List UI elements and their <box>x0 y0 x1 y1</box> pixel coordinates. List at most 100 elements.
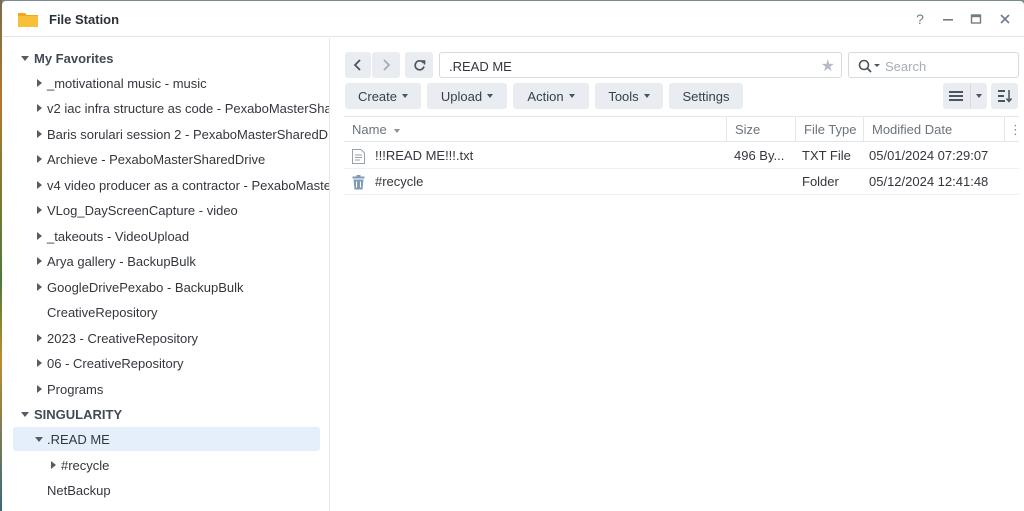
tree-label: Programs <box>47 381 104 397</box>
file-station-window: File Station ? My Favorites _motivationa… <box>2 1 1024 511</box>
settings-button[interactable]: Settings <box>669 83 743 109</box>
subfolder-recycle[interactable]: #recycle <box>2 453 329 477</box>
view-mode-button[interactable] <box>943 83 987 109</box>
shared-folder-netbackup[interactable]: NetBackup <box>2 478 329 502</box>
favorite-item[interactable]: v4 video producer as a contractor - Pexa… <box>2 173 330 197</box>
tree-label: v4 video producer as a contractor - Pexa… <box>47 177 330 193</box>
file-type: Folder <box>802 174 839 189</box>
column-size[interactable]: Size <box>727 117 796 142</box>
section-label: My Favorites <box>34 50 114 66</box>
sidebar-tree: My Favorites _motivational music - music… <box>2 38 330 511</box>
favorite-item[interactable]: Baris sorulari session 2 - PexaboMasterS… <box>2 122 330 146</box>
column-size-label: Size <box>735 122 761 137</box>
tree-label: _motivational music - music <box>47 75 207 91</box>
help-button[interactable]: ? <box>909 9 931 29</box>
file-size <box>734 169 794 195</box>
column-modified-date[interactable]: Modified Date <box>864 117 1005 142</box>
tree-label: 06 - CreativeRepository <box>47 355 184 371</box>
create-button[interactable]: Create <box>345 83 421 109</box>
tree-label: Baris sorulari session 2 - PexaboMasterS… <box>47 126 330 142</box>
caret-right-icon <box>34 154 44 164</box>
search-placeholder: Search <box>885 59 927 74</box>
file-modified: 05/12/2024 12:41:48 <box>869 174 989 189</box>
text-file-icon <box>352 149 365 164</box>
tools-button[interactable]: Tools <box>595 83 663 109</box>
favorite-item[interactable]: 2023 - CreativeRepository <box>2 326 329 350</box>
tree-label: .READ ME <box>47 431 110 447</box>
file-name: #recycle <box>375 174 424 189</box>
action-button[interactable]: Action <box>513 83 589 109</box>
favorite-item[interactable]: Arya gallery - BackupBulk <box>2 249 329 273</box>
chevron-right-icon <box>383 59 391 71</box>
main-panel: .READ ME ★ Search Create Upload Action T… <box>331 38 1024 511</box>
forward-button[interactable] <box>372 52 400 78</box>
favorite-item[interactable]: Programs <box>2 377 329 401</box>
tree-label: #recycle <box>61 457 110 473</box>
dropdown-arrow-icon <box>568 94 575 98</box>
favorite-item[interactable]: _takeouts - VideoUpload <box>2 224 329 248</box>
favorite-item[interactable]: CreativeRepository <box>2 300 329 324</box>
caret-right-icon <box>34 129 44 139</box>
dropdown-arrow-icon <box>402 94 409 98</box>
favorite-item[interactable]: GoogleDrivePexabo - BackupBulk <box>2 275 329 299</box>
column-file-type[interactable]: File Type <box>796 117 864 142</box>
caret-right-icon <box>34 78 44 88</box>
favorite-star-icon[interactable]: ★ <box>821 56 835 76</box>
upload-button[interactable]: Upload <box>427 83 507 109</box>
path-bar[interactable]: .READ ME ★ <box>439 52 842 78</box>
minimize-icon <box>943 19 953 21</box>
tree-label: Archieve - PexaboMasterSharedDrive <box>47 151 266 167</box>
column-name-label: Name <box>352 122 387 137</box>
table-row[interactable]: #recycle Folder 05/12/2024 12:41:48 <box>344 169 1019 195</box>
tools-label: Tools <box>608 88 639 104</box>
close-button[interactable] <box>994 9 1016 29</box>
caret-right-icon <box>34 180 44 190</box>
file-name: !!!READ ME!!!.txt <box>375 148 474 163</box>
table-row[interactable]: !!!READ ME!!!.txt 496 By... TXT File 05/… <box>344 143 1019 169</box>
tree-label: Arya gallery - BackupBulk <box>47 253 196 269</box>
path-text: .READ ME <box>449 59 512 74</box>
caret-right-icon <box>34 358 44 368</box>
section-my-favorites[interactable]: My Favorites <box>2 46 329 70</box>
column-name[interactable]: Name <box>344 117 727 142</box>
tree-label: CreativeRepository <box>47 304 158 320</box>
section-label: SINGULARITY <box>34 406 123 422</box>
list-view-icon <box>948 91 963 101</box>
dropdown-arrow-icon <box>643 94 650 98</box>
minimize-button[interactable] <box>937 9 959 29</box>
caret-right-icon <box>48 460 58 470</box>
refresh-icon <box>413 59 425 71</box>
tree-label: GoogleDrivePexabo - BackupBulk <box>47 279 244 295</box>
favorite-item[interactable]: VLog_DayScreenCapture - video <box>2 198 329 222</box>
favorite-item[interactable]: 06 - CreativeRepository <box>2 351 329 375</box>
favorite-item[interactable]: _motivational music - music <box>2 71 329 95</box>
caret-down-icon <box>34 434 44 444</box>
column-modified-label: Modified Date <box>872 122 953 137</box>
recycle-bin-icon <box>352 175 365 190</box>
section-singularity[interactable]: SINGULARITY <box>2 402 329 426</box>
favorite-item[interactable]: v2 iac infra structure as code - PexaboM… <box>2 96 329 120</box>
tree-label: NetBackup <box>47 482 111 498</box>
tree-label: VLog_DayScreenCapture - video <box>47 202 238 218</box>
search-input[interactable]: Search <box>848 52 1019 78</box>
search-icon <box>858 59 880 73</box>
caret-down-icon <box>20 409 30 419</box>
tree-label: 2023 - CreativeRepository <box>47 330 199 346</box>
shared-folder-read-me[interactable]: .READ ME <box>13 427 320 451</box>
sort-button[interactable] <box>991 83 1018 109</box>
maximize-button[interactable] <box>965 9 987 29</box>
refresh-button[interactable] <box>405 52 433 78</box>
caret-right-icon <box>34 103 44 113</box>
window-title: File Station <box>49 12 120 27</box>
file-type: TXT File <box>802 148 851 163</box>
file-size: 496 By... <box>734 148 785 163</box>
caret-right-icon <box>34 256 44 266</box>
create-label: Create <box>357 88 398 104</box>
caret-right-icon <box>34 231 44 241</box>
file-grid-header: Name Size File Type Modified Date ⋮ <box>344 116 1022 142</box>
sort-icon <box>997 90 1012 103</box>
column-options-icon[interactable]: ⋮ <box>1005 117 1022 142</box>
back-button[interactable] <box>345 52 371 78</box>
settings-label: Settings <box>682 88 730 104</box>
favorite-item[interactable]: Archieve - PexaboMasterSharedDrive <box>2 147 329 171</box>
